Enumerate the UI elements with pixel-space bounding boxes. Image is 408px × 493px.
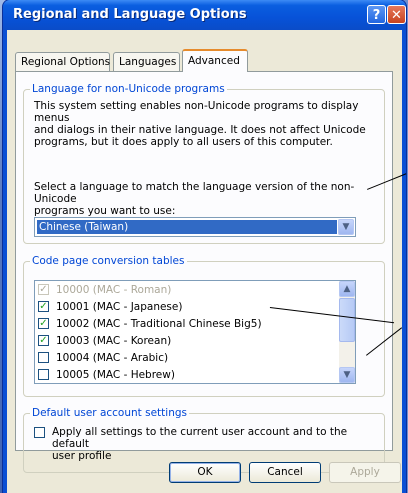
apply-button[interactable]: Apply	[329, 462, 401, 483]
cancel-button[interactable]: Cancel	[249, 462, 321, 483]
tab-advanced[interactable]: Advanced	[182, 49, 248, 72]
ok-button[interactable]: OK	[169, 462, 241, 483]
list-item[interactable]: ✓ 10003 (MAC - Korean)	[38, 333, 328, 349]
help-button[interactable]: ?	[367, 5, 386, 24]
language-prompt: Select a language to match the language …	[34, 181, 384, 217]
dialog-window: Regional and Language Options ? ✕ Region…	[3, 0, 406, 493]
default-user-legend: Default user account settings	[30, 407, 189, 419]
tab-regional-options[interactable]: Regional Options	[15, 52, 110, 71]
close-button[interactable]: ✕	[387, 5, 406, 24]
description-line: This system setting enables non-Unicode …	[34, 100, 359, 124]
language-select[interactable]: Chinese (Taiwan) ▼	[34, 217, 356, 237]
list-item-label: 10003 (MAC - Korean)	[56, 335, 172, 347]
list-item[interactable]: 10004 (MAC - Arabic)	[38, 350, 328, 366]
scroll-thumb[interactable]	[339, 298, 355, 342]
list-item-label: 10005 (MAC - Hebrew)	[56, 369, 175, 381]
non-unicode-group: Language for non-Unicode programs This s…	[23, 83, 385, 244]
checkbox[interactable]: ✓	[38, 301, 49, 312]
non-unicode-description: This system setting enables non-Unicode …	[34, 100, 384, 148]
scroll-up-icon[interactable]: ▲	[339, 281, 355, 297]
advanced-tab-panel: Language for non-Unicode programs This s…	[15, 71, 393, 473]
checkbox-label-line: Apply all settings to the current user a…	[52, 426, 348, 450]
list-item[interactable]: 10005 (MAC - Hebrew)	[38, 367, 328, 383]
checkbox-label-line: user profile	[52, 450, 112, 462]
checkbox[interactable]: ✓	[38, 284, 49, 295]
apply-default-user-label: Apply all settings to the current user a…	[52, 426, 374, 462]
list-item[interactable]: ✓ 10002 (MAC - Traditional Chinese Big5)	[38, 316, 328, 332]
chevron-down-icon[interactable]: ▼	[338, 219, 354, 235]
code-page-group: Code page conversion tables ✓ 10000 (MAC…	[23, 255, 385, 397]
non-unicode-legend: Language for non-Unicode programs	[30, 83, 227, 95]
checkbox[interactable]	[38, 352, 49, 363]
checkbox[interactable]: ✓	[38, 318, 49, 329]
dialog-client: Regional Options Languages Advanced Lang…	[7, 30, 402, 493]
checkbox[interactable]	[38, 369, 49, 380]
list-item-label: 10001 (MAC - Japanese)	[56, 301, 183, 313]
code-page-legend: Code page conversion tables	[30, 255, 187, 267]
list-item-label: 10004 (MAC - Arabic)	[56, 352, 169, 364]
code-page-list[interactable]: ✓ 10000 (MAC - Roman) ✓ 10001 (MAC - Jap…	[34, 280, 356, 384]
title-bar[interactable]: Regional and Language Options ? ✕	[3, 0, 406, 30]
list-item-label: 10002 (MAC - Traditional Chinese Big5)	[56, 318, 262, 330]
description-line: and dialogs in their native language. It…	[34, 124, 366, 136]
scroll-down-icon[interactable]: ▼	[339, 367, 355, 383]
list-item[interactable]: ✓ 10001 (MAC - Japanese)	[38, 299, 328, 315]
tab-languages[interactable]: Languages	[113, 52, 180, 71]
list-item-label: 10000 (MAC - Roman)	[56, 284, 172, 296]
list-scrollbar[interactable]: ▲ ▼	[339, 281, 355, 383]
checkbox[interactable]: ✓	[38, 335, 49, 346]
description-line: programs, but it does apply to all users…	[34, 136, 333, 148]
language-select-value: Chinese (Taiwan)	[37, 220, 337, 234]
apply-default-user-checkbox[interactable]	[34, 427, 45, 438]
list-item[interactable]: ✓ 10000 (MAC - Roman)	[38, 282, 328, 298]
apply-default-user-option[interactable]: Apply all settings to the current user a…	[34, 425, 374, 462]
prompt-line: Select a language to match the language …	[34, 181, 355, 205]
prompt-line: programs you want to use:	[34, 205, 176, 217]
window-title: Regional and Language Options	[13, 7, 247, 22]
